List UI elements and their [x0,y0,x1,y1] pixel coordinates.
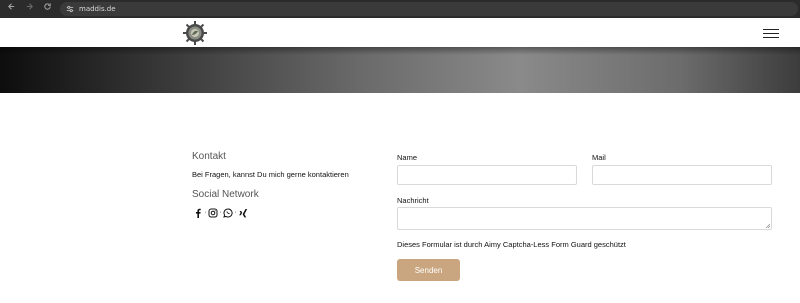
name-label: Name [397,153,418,162]
address-bar[interactable]: maddis.de [60,2,798,16]
resize-grip-icon[interactable] [765,223,770,228]
arrow-left-icon [7,3,14,10]
contact-text: Bei Fragen, kannst Du mich gerne kontakt… [192,170,349,179]
facebook-icon[interactable] [193,208,203,218]
mail-field[interactable] [592,165,772,186]
social-network-title: Social Network [192,189,259,200]
mail-input[interactable] [593,167,771,186]
forward-button[interactable] [22,2,36,16]
tune-icon[interactable] [65,4,75,14]
arrow-right-icon [26,3,33,10]
contact-title: Kontakt [192,151,226,162]
hero-banner [0,47,800,93]
submit-button[interactable]: Senden [397,259,460,281]
xing-icon[interactable] [238,208,248,218]
notice-prefix: Dieses Formular ist durch [397,240,485,249]
whatsapp-icon[interactable] [223,208,233,218]
gear-emblem-logo[interactable] [182,20,208,46]
url-text: maddis.de [79,5,116,13]
message-textarea[interactable] [398,208,771,229]
mail-label: Mail [592,153,606,162]
name-field[interactable] [397,165,577,186]
back-button[interactable] [4,2,18,16]
browser-toolbar: maddis.de [0,0,800,18]
captcha-link[interactable]: Aimy Captcha-Less Form Guard [484,240,592,249]
message-label: Nachricht [397,196,429,205]
name-input[interactable] [398,167,576,186]
site-header [0,18,800,47]
hamburger-menu-button[interactable] [763,28,781,40]
reload-button[interactable] [40,2,54,16]
instagram-icon[interactable] [208,208,218,218]
notice-suffix: geschützt [591,240,626,249]
reload-icon [43,3,51,10]
social-links: · · · [193,207,248,219]
hamburger-menu-icon [763,29,779,31]
captcha-notice: Dieses Formular ist durch Aimy Captcha-L… [397,240,626,249]
message-field[interactable] [397,207,772,230]
